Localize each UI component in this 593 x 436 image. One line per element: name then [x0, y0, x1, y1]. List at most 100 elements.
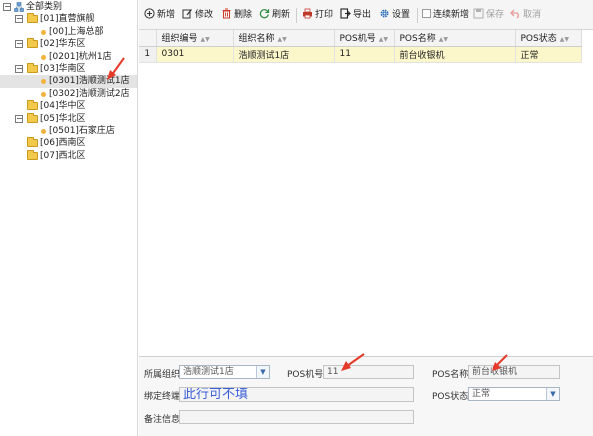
- pos-no-value: 11: [327, 367, 339, 377]
- column-header-label: POS名称: [399, 34, 436, 45]
- print-button[interactable]: 打印: [302, 8, 334, 22]
- cell-org-name[interactable]: 浩顺测试1店: [233, 46, 335, 63]
- tree-leaf-00[interactable]: [00]上海总部: [0, 26, 137, 38]
- tree-node-05[interactable]: − [05]华北区: [0, 112, 137, 125]
- column-header-org-code[interactable]: 组织编号 ▲▼: [156, 30, 234, 47]
- collapse-toggle-icon[interactable]: −: [3, 3, 11, 11]
- settings-button[interactable]: 设置: [379, 9, 410, 22]
- export-button[interactable]: 导出: [340, 8, 372, 22]
- print-label: 打印: [315, 10, 334, 20]
- collapse-toggle-icon[interactable]: −: [15, 64, 23, 73]
- edit-icon: [182, 9, 192, 19]
- column-header-org-name[interactable]: 组织名称 ▲▼: [233, 30, 335, 47]
- folder-icon: [27, 62, 38, 73]
- tree-node-03[interactable]: − [03]华南区: [0, 62, 137, 75]
- remark-label: 备注信息: [144, 415, 181, 425]
- pos-status-select[interactable]: 正常 ▼: [468, 387, 560, 401]
- delete-button[interactable]: 删除: [221, 8, 253, 22]
- tree-node-02[interactable]: − [02]华东区: [0, 38, 137, 50]
- add-button[interactable]: 新增: [144, 8, 175, 22]
- cell-pos-no[interactable]: 11: [334, 46, 395, 63]
- cancel-label: 取消: [523, 10, 542, 20]
- sort-icon: ▲▼: [438, 36, 448, 44]
- settings-label: 设置: [392, 10, 411, 20]
- folder-icon: [27, 38, 38, 49]
- tree-node-label: [04]华中区: [40, 101, 86, 112]
- sort-icon: ▲▼: [378, 36, 388, 44]
- printer-icon: [303, 8, 312, 19]
- tree-node-07[interactable]: [07]西北区: [0, 149, 137, 162]
- toolbar: 新增 修改 删除 刷新 打印 导出 设置 连续新增 保存 取消: [139, 0, 593, 30]
- sort-icon: ▲▼: [200, 36, 210, 44]
- pos-name-input[interactable]: 前台收银机: [468, 365, 560, 379]
- chevron-down-icon[interactable]: ▼: [256, 366, 269, 378]
- pos-grid: 组织编号 ▲▼ 组织名称 ▲▼ POS机号 ▲▼ POS名称 ▲▼ POS状态 ▲▼ 1 …: [139, 30, 593, 356]
- cancel-button[interactable]: 取消: [510, 9, 541, 22]
- tree-node-01[interactable]: − [01]直营旗舰: [0, 13, 137, 25]
- cell-pos-name[interactable]: 前台收银机: [394, 46, 516, 63]
- sort-icon: ▲▼: [277, 36, 287, 44]
- tree-node-06[interactable]: [06]西南区: [0, 137, 137, 149]
- pos-status-value: 正常: [472, 389, 491, 399]
- column-header-pos-status[interactable]: POS状态 ▲▼: [515, 30, 582, 47]
- tree-node-04[interactable]: [04]华中区: [0, 100, 137, 112]
- tree-leaf-label: [0201]杭州1店: [49, 51, 112, 62]
- remark-input[interactable]: [179, 410, 414, 424]
- save-button[interactable]: 保存: [473, 8, 505, 22]
- column-header-label: 组织名称: [238, 34, 275, 45]
- continuous-add-toggle[interactable]: 连续新增: [422, 9, 469, 22]
- tree-root[interactable]: − 全部类别: [0, 1, 137, 13]
- pos-name-label: POS名称: [432, 370, 469, 380]
- leaf-dot-icon: [41, 29, 46, 35]
- tree-leaf-0501[interactable]: [0501]石家庄店: [0, 125, 137, 137]
- table-row[interactable]: 1 0301 浩顺测试1店 11 前台收银机 正常: [139, 46, 582, 63]
- tree-leaf-0201[interactable]: [0201]杭州1店: [0, 51, 137, 63]
- cell-org-code[interactable]: 0301: [156, 46, 234, 63]
- tree-leaf-0302[interactable]: [0302]浩顺测试2店: [0, 88, 137, 100]
- column-header-pos-no[interactable]: POS机号 ▲▼: [334, 30, 395, 47]
- save-label: 保存: [486, 10, 505, 20]
- pos-status-label: POS状态: [432, 392, 469, 402]
- tree-leaf-label: [0501]石家庄店: [49, 125, 115, 136]
- continuous-add-label: 连续新增: [433, 10, 470, 20]
- refresh-button[interactable]: 刷新: [259, 9, 290, 22]
- category-tree: − 全部类别 − [01]直营旗舰 [00]上海总部 − [02]华东区 [02…: [0, 0, 138, 436]
- tree-node-label: [07]西北区: [40, 150, 86, 161]
- row-number-header: [139, 30, 157, 47]
- export-label: 导出: [353, 10, 372, 20]
- folder-icon: [27, 112, 38, 123]
- org-label: 所属组织: [144, 370, 181, 380]
- tree-node-label: [05]华北区: [40, 113, 86, 124]
- tree-leaf-0301[interactable]: [0301]浩顺测试1店: [0, 75, 137, 88]
- tree-node-label: [06]西南区: [40, 138, 86, 149]
- edit-button[interactable]: 修改: [182, 9, 213, 22]
- row-number: 1: [139, 46, 157, 63]
- collapse-toggle-icon[interactable]: −: [15, 40, 23, 49]
- edit-form: 所属组织 浩顺测试1店 ▼ POS机号 11 POS名称 前台收银机 绑定终端 …: [139, 356, 593, 436]
- pos-no-label: POS机号: [287, 370, 324, 380]
- org-select[interactable]: 浩顺测试1店 ▼: [179, 365, 270, 379]
- chevron-down-icon[interactable]: ▼: [546, 388, 559, 400]
- bind-terminal-input[interactable]: 此行可不填: [179, 387, 414, 402]
- tree-leaf-label: [0301]浩顺测试1店: [49, 76, 130, 87]
- edit-label: 修改: [195, 10, 214, 20]
- collapse-toggle-icon[interactable]: −: [15, 114, 23, 123]
- pos-no-input[interactable]: 11: [323, 365, 414, 379]
- collapse-toggle-icon[interactable]: −: [15, 15, 23, 24]
- checkbox-icon[interactable]: [422, 9, 431, 18]
- tree-node-label: [01]直营旗舰: [40, 14, 95, 25]
- org-tree-icon: [14, 2, 24, 12]
- cell-pos-status[interactable]: 正常: [515, 46, 582, 63]
- leaf-dot-icon: [41, 54, 46, 60]
- gear-icon: [380, 9, 389, 18]
- column-header-pos-name[interactable]: POS名称 ▲▼: [394, 30, 516, 47]
- folder-icon: [27, 100, 38, 111]
- delete-label: 删除: [234, 10, 253, 20]
- leaf-dot-icon: [41, 79, 46, 85]
- column-header-label: 组织编号: [161, 34, 198, 45]
- folder-icon: [27, 137, 38, 148]
- plus-circle-icon: [144, 8, 155, 19]
- refresh-label: 刷新: [272, 10, 291, 20]
- sort-icon: ▲▼: [559, 36, 569, 44]
- tree-leaf-label: [0302]浩顺测试2店: [49, 88, 130, 99]
